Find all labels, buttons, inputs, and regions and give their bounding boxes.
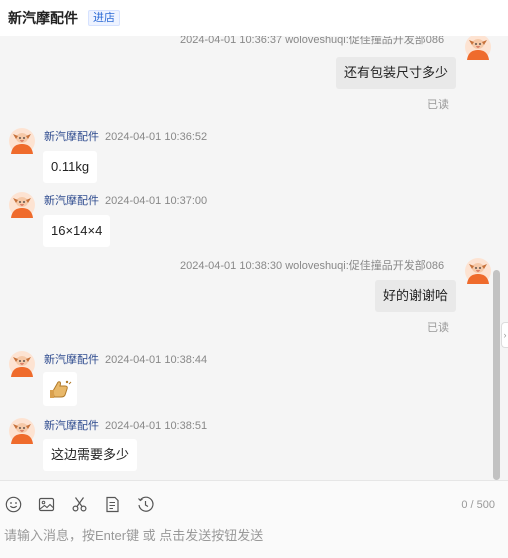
smiley-icon[interactable]	[4, 495, 23, 514]
message-meta: 新汽摩配件 2024-04-01 10:37:00	[44, 192, 207, 208]
char-counter: 0 / 500	[461, 499, 495, 511]
sender-name: 新汽摩配件	[44, 420, 99, 432]
shop-name: 新汽摩配件	[8, 10, 78, 26]
message-bubble: 好的谢谢哈	[374, 280, 456, 312]
message-meta: 新汽摩配件 2024-04-01 10:38:51	[44, 417, 207, 433]
composer-toolbar	[4, 495, 155, 514]
composer: 0 / 500 请输入消息，按Enter键 或 点击发送按钮发送	[0, 480, 508, 558]
my-avatar	[465, 36, 491, 60]
message-bubble: 还有包装尺寸多少	[335, 57, 456, 89]
my-avatar	[465, 258, 491, 284]
shop-avatar	[9, 192, 35, 218]
enter-store-button[interactable]: 进店	[88, 10, 120, 26]
shop-avatar	[9, 128, 35, 154]
read-status: 已读	[427, 99, 449, 111]
shop-avatar	[9, 418, 35, 444]
scissors-icon[interactable]	[70, 495, 89, 514]
sender-name: 新汽摩配件	[44, 354, 99, 366]
sticker-bubble	[43, 372, 77, 406]
thumbs-up-sticker-icon	[50, 380, 72, 398]
message-time: 2024-04-01 10:38:44	[105, 354, 208, 366]
message-meta: 新汽摩配件 2024-04-01 10:38:44	[44, 351, 207, 367]
message-meta: 新汽摩配件 2024-04-01 10:36:52	[44, 128, 207, 144]
sender-name: 新汽摩配件	[44, 131, 99, 143]
message-bubble: 16×14×4	[43, 215, 111, 247]
message-bubble: 0.11kg	[43, 151, 98, 183]
message-meta: 2024-04-01 10:36:37 woloveshuqi:促佳撞品开发部0…	[180, 36, 445, 46]
message-meta: 2024-04-01 10:38:30 woloveshuqi:促佳撞品开发部0…	[180, 260, 445, 272]
sender-name: 新汽摩配件	[44, 195, 99, 207]
message-scrollbar[interactable]	[493, 270, 500, 480]
shop-avatar	[9, 351, 35, 377]
message-input[interactable]: 请输入消息，按Enter键 或 点击发送按钮发送	[4, 525, 263, 544]
message-time: 2024-04-01 10:38:51	[105, 420, 208, 432]
image-icon[interactable]	[37, 495, 56, 514]
side-panel-toggle[interactable]: ›	[501, 322, 508, 348]
history-icon[interactable]	[136, 495, 155, 514]
message-list[interactable]: 2024-04-01 10:36:37 woloveshuqi:促佳撞品开发部0…	[0, 36, 500, 480]
message-time: 2024-04-01 10:37:00	[105, 195, 208, 207]
message-time: 2024-04-01 10:36:52	[105, 131, 208, 143]
chat-header: 新汽摩配件 进店	[0, 0, 508, 36]
document-icon[interactable]	[103, 495, 122, 514]
message-bubble: 这边需要多少	[43, 439, 138, 471]
read-status: 已读	[427, 322, 449, 334]
